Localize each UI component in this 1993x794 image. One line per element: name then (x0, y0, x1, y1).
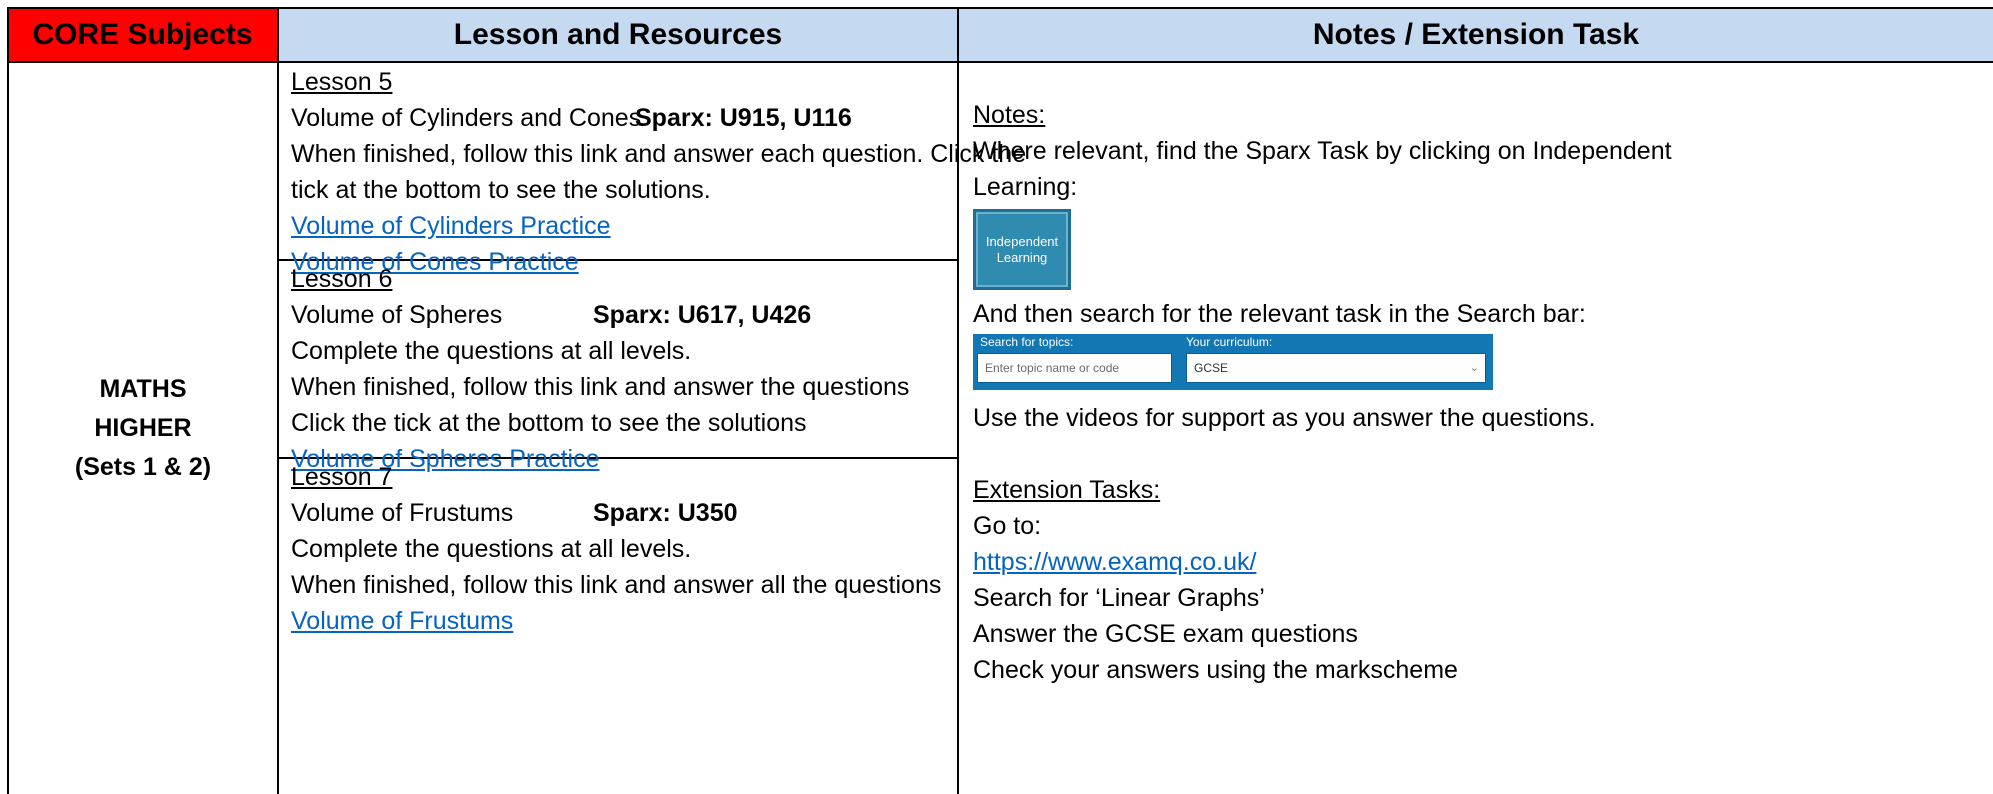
lesson-7-topic-row: Volume of Frustums Sparx: U350 (291, 495, 957, 531)
sparx-search-bar: Search for topics: Your curriculum: Ente… (973, 334, 1493, 390)
lesson-5-topic-row: Volume of Cylinders and ConesSparx: U915… (291, 100, 957, 136)
notes-spacer (973, 436, 1993, 472)
header-core-subjects: CORE Subjects (8, 9, 277, 61)
curriculum-label: Your curriculum: (1186, 335, 1273, 349)
extension-search-for: Search for ‘Linear Graphs’ (973, 584, 1265, 612)
notes-search-line: And then search for the relevant task in… (973, 300, 1586, 328)
subject-line-sets: (Sets 1 & 2) (74, 453, 212, 481)
lesson-5-sparx-codes: Sparx: U915, U116 (635, 104, 852, 132)
independent-learning-tile-line-1: Independent (985, 233, 1059, 249)
lesson-6-title: Lesson 6 (291, 265, 393, 293)
header-lesson-resources: Lesson and Resources (279, 9, 957, 61)
lesson-6-topic-row: Volume of Spheres Sparx: U617, U426 (291, 297, 957, 333)
lesson-7-title: Lesson 7 (291, 463, 393, 491)
lesson-7-instructions-1: Complete the questions at all levels. (291, 535, 692, 563)
lesson-6-sparx-codes: Sparx: U617, U426 (593, 301, 812, 329)
subject-line-maths: MATHS (99, 375, 187, 403)
header-notes-label: Notes / Extension Task (1312, 18, 1640, 51)
notes-cell: Notes: Where relevant, find the Sparx Ta… (959, 63, 1993, 794)
lesson-5-instructions-1: When finished, follow this link and answ… (291, 140, 1027, 168)
lesson-5-title: Lesson 5 (291, 68, 393, 96)
volume-of-frustums-link[interactable]: Volume of Frustums (291, 607, 513, 635)
notes-heading: Notes: (973, 101, 1046, 129)
lesson-6-topic: Volume of Spheres (291, 301, 503, 329)
search-topics-label: Search for topics: (980, 335, 1074, 349)
subject-line-higher: HIGHER (94, 414, 192, 442)
lesson-7-instructions-2: When finished, follow this link and answ… (291, 571, 942, 599)
independent-learning-tile[interactable]: Independent Learning (973, 209, 1071, 290)
extension-answer: Answer the GCSE exam questions (973, 620, 1358, 648)
header-lesson-label: Lesson and Resources (453, 18, 783, 51)
volume-of-cylinders-practice-link[interactable]: Volume of Cylinders Practice (291, 212, 611, 240)
notes-line-1: Where relevant, find the Sparx Task by c… (973, 137, 1672, 165)
lesson-7-cell: Lesson 7 Volume of Frustums Sparx: U350 C… (279, 459, 957, 794)
lesson-6-instructions-1: Complete the questions at all levels. (291, 337, 692, 365)
lesson-7-sparx-codes: Sparx: U350 (593, 499, 738, 527)
lesson-5-topic: Volume of Cylinders and Cones (291, 104, 642, 132)
header-notes-extension: Notes / Extension Task (959, 9, 1993, 61)
lesson-5-instructions-2: tick at the bottom to see the solutions. (291, 176, 711, 204)
extension-check: Check your answers using the markscheme (973, 656, 1458, 684)
curriculum-select[interactable]: GCSE ⌄ (1186, 353, 1486, 383)
lesson-6-instructions-3: Click the tick at the bottom to see the … (291, 409, 807, 437)
independent-learning-tile-line-2: Learning (996, 249, 1048, 265)
curriculum-select-value: GCSE (1194, 361, 1229, 375)
extension-tasks-heading: Extension Tasks: (973, 476, 1161, 504)
examq-link[interactable]: https://www.examq.co.uk/ (973, 548, 1256, 576)
topic-search-input[interactable]: Enter topic name or code (977, 353, 1172, 383)
chevron-down-icon: ⌄ (1469, 362, 1479, 374)
notes-videos-line: Use the videos for support as you answer… (973, 404, 1596, 432)
header-core-label: CORE Subjects (32, 18, 253, 51)
lesson-6-instructions-2: When finished, follow this link and answ… (291, 373, 910, 401)
lesson-7-topic: Volume of Frustums (291, 499, 514, 527)
extension-goto: Go to: (973, 512, 1042, 540)
resource-table: CORE Subjects Lesson and Resources Notes… (0, 0, 1993, 794)
subject-cell: MATHS HIGHER (Sets 1 & 2) (9, 63, 277, 794)
notes-line-2: Learning: (973, 173, 1078, 201)
lesson-5-cell: Lesson 5 Volume of Cylinders and ConesSp… (279, 64, 1027, 276)
lesson-6-cell: Lesson 6 Volume of Spheres Sparx: U617, U… (279, 261, 957, 473)
table-border-top (7, 7, 1993, 9)
